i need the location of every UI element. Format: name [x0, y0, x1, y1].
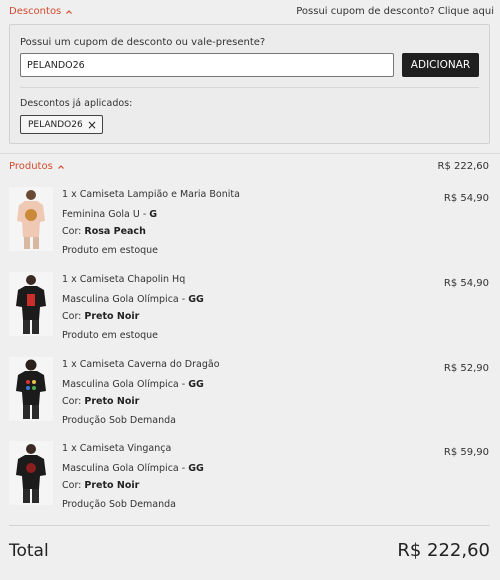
applied-coupon-chip: PELANDO26 × — [20, 115, 103, 134]
product-color: Cor: Preto Noir — [62, 480, 139, 491]
coupon-panel: Possui um cupom de desconto ou vale-pres… — [9, 24, 490, 144]
product-fit: Feminina Gola U - G — [62, 209, 157, 220]
product-color: Cor: Preto Noir — [62, 396, 139, 407]
product-size: GG — [188, 379, 204, 390]
product-fit-label: Masculina Gola Olímpica - — [62, 463, 189, 474]
product-size: GG — [188, 294, 204, 305]
product-color: Cor: Rosa Peach — [62, 226, 146, 237]
applied-coupon-code: PELANDO26 — [28, 119, 83, 130]
chevron-up-icon — [57, 164, 64, 169]
add-coupon-button[interactable]: ADICIONAR — [402, 53, 479, 77]
discounts-toggle-label: Descontos — [9, 6, 62, 17]
discounts-header: Descontos Possui cupom de desconto? Cliq… — [0, 0, 500, 22]
product-price: R$ 52,90 — [443, 363, 489, 374]
product-image — [9, 272, 53, 336]
product-price: R$ 54,90 — [443, 193, 489, 204]
product-price: R$ 54,90 — [443, 278, 489, 289]
product-fit: Masculina Gola Olímpica - GG — [62, 379, 204, 390]
total-value: R$ 222,60 — [397, 540, 490, 561]
product-color-value: Preto Noir — [84, 311, 140, 322]
product-thumbnail[interactable] — [9, 441, 53, 505]
product-color-label: Cor: — [62, 396, 85, 407]
product-title: 1 x Camiseta Caverna do Dragão — [62, 359, 220, 370]
product-fit-label: Masculina Gola Olímpica - — [62, 294, 189, 305]
product-color-label: Cor: — [62, 311, 85, 322]
product-image — [9, 187, 53, 251]
product-title: 1 x Camiseta Lampião e Maria Bonita — [62, 189, 240, 200]
product-item: 1 x Camiseta Caverna do Dragão Masculina… — [9, 355, 489, 439]
product-color-value: Preto Noir — [84, 480, 140, 491]
product-availability: Produção Sob Demanda — [62, 499, 176, 510]
product-color-label: Cor: — [62, 480, 85, 491]
product-title: 1 x Camiseta Vingança — [62, 443, 172, 454]
chevron-up-icon — [66, 9, 73, 14]
product-fit: Masculina Gola Olímpica - GG — [62, 463, 204, 474]
discounts-toggle[interactable]: Descontos — [9, 6, 73, 17]
products-toggle-label: Produtos — [9, 161, 53, 172]
close-icon[interactable]: × — [87, 119, 97, 131]
product-title: 1 x Camiseta Chapolin Hq — [62, 274, 186, 285]
product-thumbnail[interactable] — [9, 187, 53, 251]
product-thumbnail[interactable] — [9, 272, 53, 336]
coupon-hint-link[interactable]: Possui cupom de desconto? Clique aqui — [296, 6, 494, 17]
product-fit-label: Feminina Gola U - — [62, 209, 150, 220]
product-item: 1 x Camiseta Chapolin Hq Masculina Gola … — [9, 270, 489, 354]
product-availability: Produto em estoque — [62, 330, 159, 341]
product-availability: Produção Sob Demanda — [62, 415, 176, 426]
product-item: 1 x Camiseta Vingança Masculina Gola Olí… — [9, 439, 489, 523]
product-size: GG — [188, 463, 204, 474]
products-toggle[interactable]: Produtos — [9, 161, 64, 172]
product-color-label: Cor: — [62, 226, 85, 237]
product-availability: Produto em estoque — [62, 245, 159, 256]
product-fit-label: Masculina Gola Olímpica - — [62, 379, 189, 390]
product-thumbnail[interactable] — [9, 357, 53, 421]
coupon-input[interactable] — [20, 53, 394, 77]
applied-discounts-label: Descontos já aplicados: — [20, 98, 133, 109]
coupon-prompt: Possui um cupom de desconto ou vale-pres… — [20, 37, 266, 48]
product-item: 1 x Camiseta Lampião e Maria Bonita Femi… — [9, 185, 489, 269]
product-image — [9, 357, 53, 421]
product-image — [9, 441, 53, 505]
product-size: G — [149, 209, 158, 220]
product-price: R$ 59,90 — [443, 447, 489, 458]
total-label: Total — [9, 541, 49, 561]
divider — [9, 525, 490, 526]
divider — [20, 87, 479, 88]
product-color-value: Preto Noir — [84, 396, 140, 407]
product-color-value: Rosa Peach — [84, 226, 146, 237]
product-color: Cor: Preto Noir — [62, 311, 139, 322]
product-fit: Masculina Gola Olímpica - GG — [62, 294, 204, 305]
divider — [0, 153, 500, 154]
products-subtotal: R$ 222,60 — [437, 161, 489, 172]
